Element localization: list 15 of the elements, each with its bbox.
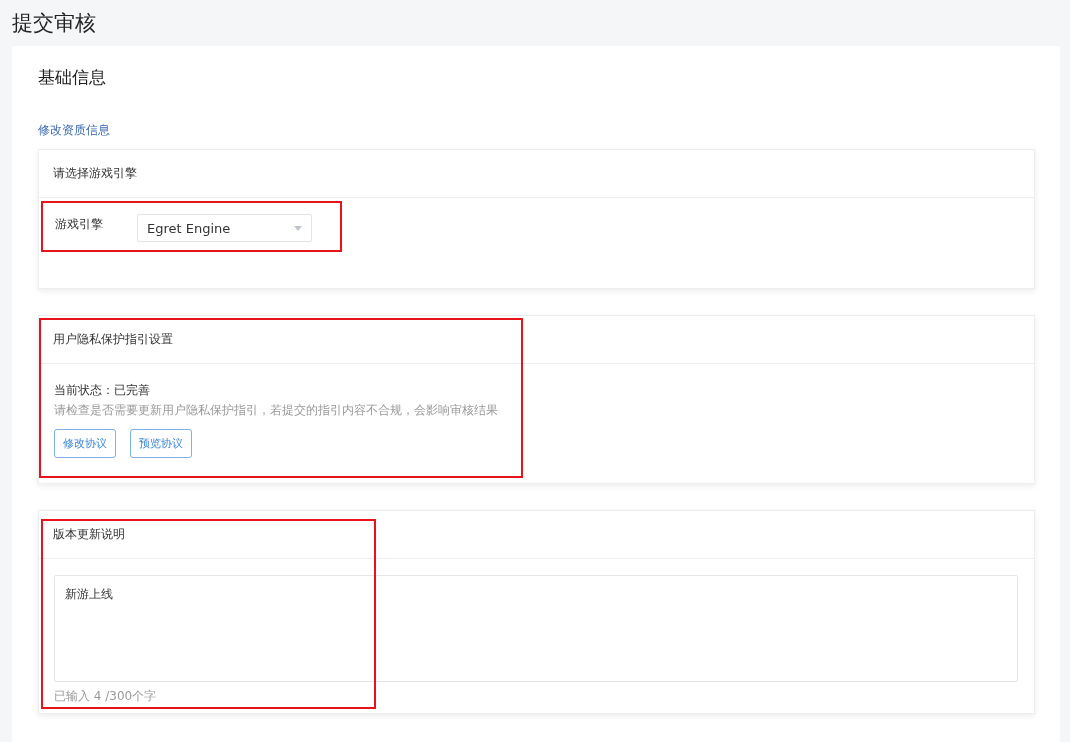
edit-qualification-link[interactable]: 修改资质信息 [38,122,110,139]
notes-field[interactable]: 新游上线 [54,575,1018,682]
page-title: 提交审核 [11,10,97,37]
field-label: 游戏引擎 [55,216,104,233]
agreement-button[interactable]: 修改协议 [54,429,116,458]
engine-select[interactable]: Egret Engine [137,214,312,242]
hint-text: 请检查是否需要更新用户隐私保护指引，若提交的指引内容不合规，会影响审核结果 [54,403,499,418]
card-title: 用户隐私保护指引设置 [39,316,1034,364]
section-title: 基础信息 [38,66,107,89]
card-title: 请选择游戏引擎 [39,150,1034,198]
card-title: 版本更新说明 [39,511,1034,559]
status-text: 当前状态：已完善 [54,382,151,399]
char-counter: 已输入 4 /300个字 [54,688,158,705]
caret-icon [294,225,302,231]
agreement-button[interactable]: 预览协议 [130,429,192,458]
